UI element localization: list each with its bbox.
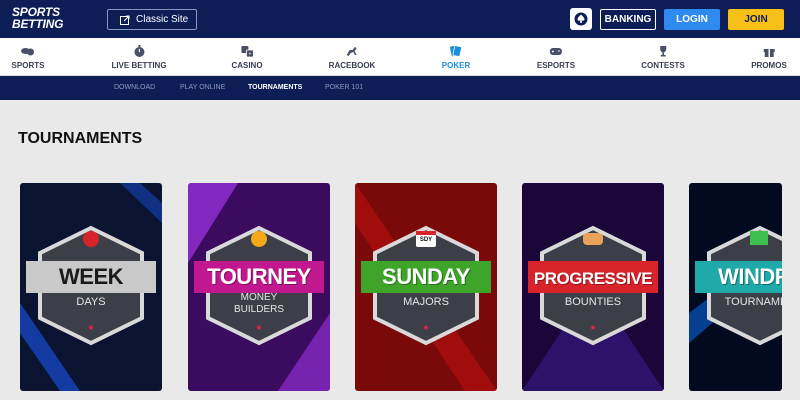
logo-line-2: BETTING [12,17,64,31]
star-icon: ★ [422,323,430,332]
subnav-poker-101[interactable]: POKER 101 [325,76,363,100]
card-subtitle: BOUNTIES [564,296,622,308]
nav-item-live-betting[interactable]: LIVE BETTING [111,38,167,76]
gift-icon [763,49,775,57]
stopwatch-icon [134,45,144,57]
cards-icon [450,45,463,57]
join-button[interactable]: JOIN [728,9,784,30]
nav-label: CONTESTS [641,61,685,70]
card-subtitle: DAYS [76,296,106,308]
fist-icon [583,233,603,245]
tournament-card-sunday-majors[interactable]: SDY SUNDAY MAJORS ★ [355,183,497,391]
tournament-card-tourney-money-builders[interactable]: TOURNEY MONEY BUILDERS ★ [188,183,330,391]
tournament-card-week-days[interactable]: WEEK DAYS ★ [20,183,162,391]
nav-item-contests[interactable]: CONTESTS [641,38,685,76]
gamepad-icon [549,48,562,55]
nav-label: SPORTS [11,61,45,70]
nav-item-sports[interactable]: SPORTS [11,38,45,76]
subnav-download[interactable]: DOWNLOAD [114,76,155,100]
subnav-play-online[interactable]: PLAY ONLINE [180,76,225,100]
external-link-icon [120,15,130,25]
poker-sub-nav: DOWNLOAD PLAY ONLINE TOURNAMENTS POKER 1… [0,76,800,100]
card-title: PROGRESSIVE [533,269,653,288]
page-title: TOURNAMENTS [18,130,143,147]
banking-label: BANKING [604,14,652,25]
trophy-icon [660,46,666,57]
nav-label: ESPORTS [536,61,576,70]
sportsbetting-logo[interactable]: SPORTS BETTING [12,6,63,30]
card-subtitle: MONEY BUILDERS [188,292,330,316]
card-title: WINDFA [718,264,782,289]
sports-icon [21,48,35,56]
nav-item-promos[interactable]: PROMOS [751,38,787,76]
nav-item-casino[interactable]: CASINO [231,38,263,76]
card-title: TOURNEY [207,264,311,289]
spade-icon [574,12,588,26]
card-title: WEEK [59,264,124,289]
chip-icon [83,231,99,247]
card-subtitle: MAJORS [403,296,449,308]
nav-item-racebook[interactable]: RACEBOOK [328,38,376,76]
nav-label: CASINO [231,61,263,70]
tournament-card-progressive-bounties[interactable]: PROGRESSIVE BOUNTIES ★ [522,183,664,391]
main-nav: SPORTS LIVE BETTING CASINO RACEBOOK POKE… [0,38,800,76]
join-label: JOIN [744,14,768,25]
card-subtitle: TOURNAMEN [724,296,782,308]
star-icon: ★ [589,323,597,332]
money-bag-icon [251,231,267,247]
star-icon: ★ [87,323,95,332]
calendar-text: SDY [419,237,433,243]
tournament-card-windfall[interactable]: WINDFA TOURNAMEN [689,183,782,391]
star-icon: ★ [255,323,263,332]
login-button[interactable]: LOGIN [664,9,720,30]
classic-site-label: Classic Site [136,14,189,25]
top-bar: SPORTS BETTING Classic Site BANKING LOGI… [0,0,800,38]
nav-item-esports[interactable]: ESPORTS [537,38,575,76]
nav-label: PROMOS [751,61,787,70]
classic-site-button[interactable]: Classic Site [107,9,197,30]
nav-label: POKER [441,61,471,70]
card-title: SUNDAY [382,264,470,289]
subnav-tournaments[interactable]: TOURNAMENTS [248,76,302,100]
cash-icon [750,231,768,245]
banking-button[interactable]: BANKING [600,9,656,30]
nav-label: LIVE BETTING [111,61,167,70]
dice-icon [241,46,254,58]
nav-item-poker[interactable]: POKER [442,38,470,76]
poker-spade-button[interactable] [570,8,592,30]
card-subtitle-line-2: BUILDERS [233,304,284,315]
nav-label: RACEBOOK [328,61,376,70]
card-subtitle-line-1: MONEY [240,292,278,303]
login-label: LOGIN [676,14,708,25]
horse-icon [346,47,357,56]
